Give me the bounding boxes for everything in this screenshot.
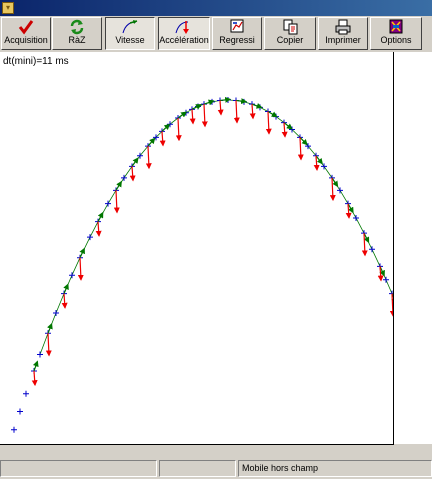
regressi-button[interactable]: Regressi [212, 17, 262, 50]
acceleration-arrow [201, 104, 208, 128]
acceleration-arrow [113, 190, 120, 214]
trajectory-point [321, 163, 327, 170]
velocity-arrow [97, 211, 104, 222]
options-icon [389, 19, 403, 34]
acceleration-arrow [95, 221, 102, 237]
regressi-icon [230, 19, 244, 33]
trajectory-point [17, 408, 23, 415]
copy-icon [283, 19, 298, 35]
options-label: Options [380, 35, 412, 45]
velocity-arrow [79, 247, 85, 258]
plot-side-panel [394, 52, 432, 444]
velocity-arrow [147, 137, 156, 147]
copier-button[interactable]: Copier [264, 17, 316, 50]
acceleration-arrow [145, 146, 152, 170]
imprimer-button[interactable]: Imprimer [318, 17, 368, 50]
acceleration-arrow [313, 155, 320, 171]
trajectory-point [53, 310, 59, 317]
velocity-arrow [47, 322, 53, 334]
velocity-arrow [267, 111, 278, 118]
trajectory-point [353, 214, 359, 221]
velocity-path [39, 99, 393, 355]
trajectory-point [121, 174, 127, 181]
acceleration-arrow [77, 257, 84, 281]
acceleration-arrow [249, 104, 256, 120]
trajectory-point [105, 200, 111, 207]
status-panel-2 [159, 460, 236, 477]
velocity-arrow [115, 180, 122, 191]
acceleration-arrow [281, 122, 288, 138]
acceleration-arrow [159, 131, 166, 147]
acceleration-arrow [175, 117, 182, 142]
trajectory-point [69, 272, 75, 279]
acceleration-arrow [297, 137, 304, 161]
trajectory-plot[interactable]: dt(mini)=11 ms [0, 52, 394, 445]
velocity-arrow [131, 157, 139, 167]
copier-label: Copier [276, 35, 304, 45]
trajectory-point [369, 246, 375, 253]
velocity-arrow [299, 136, 308, 146]
acceleration-button[interactable]: Accélération [158, 17, 210, 50]
imprimer-label: Imprimer [325, 35, 361, 45]
printer-icon [335, 19, 351, 35]
reset-button[interactable]: RàZ [52, 17, 102, 50]
vitesse-button[interactable]: Vitesse [105, 17, 155, 50]
acquisition-label: Acquisition [4, 35, 48, 45]
velocity-arrow [32, 360, 39, 372]
acceleration-arrow [361, 233, 368, 257]
acceleration-arrow [129, 166, 136, 182]
velocity-arrow [283, 122, 293, 130]
acceleration-arrow [233, 100, 240, 124]
acceleration-label: Accélération [159, 35, 209, 45]
acceleration-arrow [329, 177, 336, 202]
options-button[interactable]: Options [370, 17, 422, 50]
vitesse-label: Vitesse [115, 35, 145, 45]
acquisition-button[interactable]: Acquisition [1, 17, 51, 50]
status-panel-1 [0, 460, 157, 477]
acceleration-arrow [217, 100, 224, 116]
trajectory-point [87, 234, 93, 241]
acceleration-curve-icon [175, 21, 189, 34]
reset-label: RàZ [68, 35, 86, 45]
trajectory-point [383, 276, 389, 283]
trajectory-point [23, 390, 29, 397]
velocity-arrow [177, 111, 188, 119]
status-bar: Mobile hors champ [0, 458, 432, 479]
regressi-label: Regressi [219, 35, 255, 45]
acceleration-arrow [61, 293, 68, 309]
refresh-arrows-icon [70, 19, 84, 35]
acceleration-arrow [189, 109, 196, 125]
checkmark-icon [18, 20, 34, 35]
status-message: Mobile hors champ [238, 460, 432, 477]
trajectory-point [337, 187, 343, 194]
title-bar: ▾ [0, 0, 432, 16]
velocity-arrow [191, 104, 202, 110]
app-icon[interactable]: ▾ [2, 2, 14, 14]
velocity-arrow [161, 123, 171, 132]
acceleration-arrow [31, 370, 38, 387]
trajectory-canvas [11, 96, 393, 433]
toolbar: Acquisition RàZ Vitesse Accélération Reg… [0, 16, 432, 52]
acceleration-arrow [45, 333, 52, 357]
trajectory-point [37, 351, 43, 358]
velocity-curve-icon [122, 20, 138, 34]
trajectory-point [11, 426, 17, 433]
velocity-arrow [63, 283, 69, 294]
acceleration-arrow [265, 111, 272, 135]
